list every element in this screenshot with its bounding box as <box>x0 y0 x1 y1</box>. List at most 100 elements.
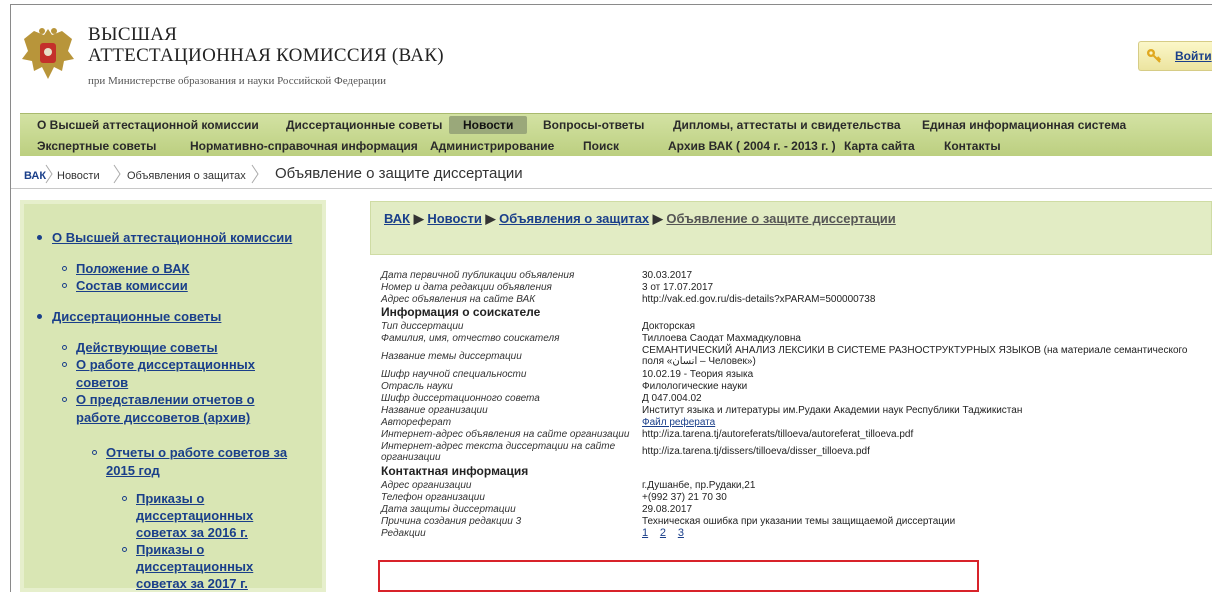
coat-of-arms-logo <box>22 28 74 79</box>
detail-label: Интернет-адрес объявления на сайте орган… <box>381 429 630 440</box>
detail-label: Телефон организации <box>381 492 485 503</box>
sidebar-item-orders2017-line2[interactable]: диссертационных <box>136 558 253 576</box>
menu-item-news[interactable]: Новости <box>449 116 528 134</box>
detail-label: Адрес объявления на сайте ВАК <box>381 294 536 305</box>
detail-value: Файл реферата <box>642 417 1212 428</box>
section-heading-contacts: Контактная информация <box>381 464 529 478</box>
sidebar: О Высшей аттестационной комиссии Положен… <box>20 200 326 592</box>
bullet-icon <box>62 397 67 402</box>
detail-label: Интернет-адрес текста диссертации на сай… <box>381 441 616 463</box>
detail-value: http://iza.tarena.tj/autoreferats/tilloe… <box>642 429 914 440</box>
detail-value: 3 от 17.07.2017 <box>642 282 714 293</box>
detail-label: Причина создания редакции 3 <box>381 516 522 527</box>
sidebar-item-work-line1[interactable]: О работе диссертационных <box>76 356 255 374</box>
menu-item-diplomas[interactable]: Дипломы, аттестаты и свидетельства <box>673 118 901 132</box>
sidebar-item-orders2016-line1[interactable]: Приказы о <box>136 490 204 508</box>
menu-item-search[interactable]: Поиск <box>583 139 619 153</box>
detail-label: Номер и дата редакции объявления <box>381 282 552 293</box>
sidebar-item-2015-line1[interactable]: Отчеты о работе советов за <box>106 444 287 462</box>
menu-item-expert-councils[interactable]: Экспертные советы <box>37 139 156 153</box>
chevron-right-icon <box>251 164 259 184</box>
detail-value: 10.02.19 - Теория языка <box>642 369 754 380</box>
bullet-icon <box>92 450 97 455</box>
breadcrumb-news[interactable]: Новости <box>57 166 100 186</box>
path-link-news[interactable]: Новости <box>427 211 482 226</box>
detail-value: г.Душанбе, пр.Рудаки,21 <box>642 480 756 491</box>
detail-value: Техническая ошибка при указании темы защ… <box>642 516 956 527</box>
bullet-icon <box>62 362 67 367</box>
detail-label: Фамилия, имя, отчество соискателя <box>381 333 560 344</box>
detail-label: Автореферат <box>381 417 452 428</box>
sidebar-item-councils[interactable]: Диссертационные советы <box>52 308 221 326</box>
detail-label: Шифр научной специальности <box>381 369 527 380</box>
menu-item-archive[interactable]: Архив ВАК ( 2004 г. - 2013 г. ) <box>668 139 836 153</box>
detail-label: Тип диссертации <box>381 321 464 332</box>
key-icon <box>1147 49 1162 63</box>
sidebar-item-about[interactable]: О Высшей аттестационной комиссии <box>52 229 292 247</box>
detail-value: Институт языка и литературы им.Рудаки Ак… <box>642 405 1023 416</box>
sidebar-item-reports-line2[interactable]: работе диссоветов (архив) <box>76 409 250 427</box>
menu-item-faq[interactable]: Вопросы-ответы <box>543 118 644 132</box>
org-subtitle: при Министерстве образования и науки Рос… <box>88 75 386 87</box>
detail-label: Шифр диссертационного совета <box>381 393 540 404</box>
revision-link-3[interactable]: 3 <box>678 527 684 539</box>
menu-item-admin[interactable]: Администрирование <box>430 139 554 153</box>
content-path: ВАК ▶ Новости ▶ Объявления о защитах ▶ О… <box>384 211 896 227</box>
detail-value: http://iza.tarena.tj/dissers/tilloeva/di… <box>642 446 870 457</box>
main-menu: О Высшей аттестационной комиссии Диссерт… <box>20 113 1212 156</box>
revision-links: 1 2 3 <box>642 528 1212 539</box>
sidebar-item-orders2017-line3[interactable]: советах за 2017 г. <box>136 575 248 593</box>
menu-item-about[interactable]: О Высшей аттестационной комиссии <box>37 118 259 132</box>
breadcrumb-vak[interactable]: ВАК <box>24 166 46 186</box>
bullet-icon <box>122 496 127 501</box>
highlight-box <box>378 560 979 592</box>
login-button[interactable]: Войти <box>1138 41 1212 71</box>
sidebar-item-reports-line1[interactable]: О представлении отчетов о <box>76 391 255 409</box>
detail-label: Название темы диссертации <box>381 351 522 362</box>
path-separator: ▶ <box>652 211 663 226</box>
bullet-icon <box>62 345 67 350</box>
detail-label: Адрес организации <box>381 480 472 491</box>
bullet-icon <box>62 266 67 271</box>
chevron-right-icon <box>113 164 121 184</box>
org-title-line2: АТТЕСТАЦИОННАЯ КОМИССИЯ (ВАК) <box>88 45 444 66</box>
path-link-vak[interactable]: ВАК <box>384 211 410 226</box>
revision-link-1[interactable]: 1 <box>642 527 648 539</box>
menu-item-councils[interactable]: Диссертационные советы <box>286 118 442 132</box>
path-current[interactable]: Объявление о защите диссертации <box>666 211 895 226</box>
path-separator: ▶ <box>413 211 424 226</box>
detail-value: Докторская <box>642 321 696 332</box>
detail-value: +(992 37) 21 70 30 <box>642 492 727 503</box>
menu-item-info-system[interactable]: Единая информационная система <box>922 118 1126 132</box>
breadcrumb: ВАК Новости Объявления о защитах Объявле… <box>11 162 1212 189</box>
sidebar-item-regulation[interactable]: Положение о ВАК <box>76 260 189 278</box>
detail-label: Дата первичной публикации объявления <box>381 270 575 281</box>
detail-value: 29.08.2017 <box>642 504 693 515</box>
detail-label: Название организации <box>381 405 488 416</box>
path-separator: ▶ <box>485 211 496 226</box>
detail-label: Отрасль науки <box>381 381 453 392</box>
chevron-right-icon <box>45 164 53 184</box>
bullet-icon <box>37 235 42 240</box>
bullet-icon <box>37 314 42 319</box>
menu-item-sitemap[interactable]: Карта сайта <box>844 139 915 153</box>
menu-item-contacts[interactable]: Контакты <box>944 139 1001 153</box>
breadcrumb-announcements[interactable]: Объявления о защитах <box>127 166 246 186</box>
page-title: Объявление о защите диссертации <box>275 165 523 182</box>
detail-value: СЕМАНТИЧЕСКИЙ АНАЛИЗ ЛЕКСИКИ В СИСТЕМЕ Р… <box>642 345 1188 367</box>
detail-value: Д 047.004.02 <box>642 393 702 404</box>
abstract-file-link[interactable]: Файл реферата <box>642 417 715 428</box>
detail-label: Редакции <box>381 528 426 539</box>
sidebar-item-work-line2[interactable]: советов <box>76 374 128 392</box>
sidebar-item-orders2017-line1[interactable]: Приказы о <box>136 541 204 559</box>
path-link-announcements[interactable]: Объявления о защитах <box>499 211 649 226</box>
bullet-icon <box>62 283 67 288</box>
sidebar-item-composition[interactable]: Состав комиссии <box>76 277 188 295</box>
sidebar-item-active-councils[interactable]: Действующие советы <box>76 339 218 357</box>
menu-item-normative[interactable]: Нормативно-справочная информация <box>190 139 418 153</box>
sidebar-item-orders2016-line2[interactable]: диссертационных <box>136 507 253 525</box>
detail-label: Дата защиты диссертации <box>381 504 516 515</box>
sidebar-item-2015-line2[interactable]: 2015 год <box>106 462 160 480</box>
sidebar-item-orders2016-line3[interactable]: советах за 2016 г. <box>136 524 248 542</box>
revision-link-2[interactable]: 2 <box>660 527 666 539</box>
